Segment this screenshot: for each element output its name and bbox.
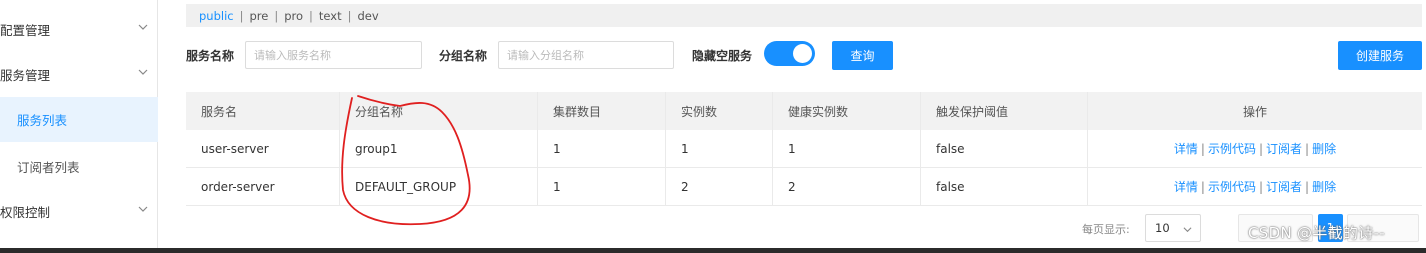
namespace-bar: public | pre | pro | text | dev: [186, 4, 1422, 27]
sidebar-item-label: 服务管理: [0, 67, 51, 83]
chevron-down-icon: [138, 24, 148, 30]
service-name-label: 服务名称: [186, 49, 235, 63]
column-header-cluster-count: 集群数目: [538, 92, 666, 130]
column-header-group-name: 分组名称: [340, 92, 538, 130]
cell-operations: 详情 | 示例代码 | 订阅者 | 删除: [1088, 130, 1422, 167]
csdn-watermark: CSDN @半截的诗--: [1248, 224, 1385, 242]
namespace-separator: |: [239, 8, 244, 23]
sample-code-link[interactable]: 示例代码: [1208, 140, 1256, 157]
page-size-value: 10: [1155, 221, 1170, 235]
hide-empty-services-label: 隐藏空服务: [692, 49, 753, 63]
delete-link[interactable]: 删除: [1312, 140, 1336, 157]
sidebar-item-label: 订阅者列表: [17, 159, 80, 175]
cell-healthy-count: 2: [773, 168, 921, 205]
column-header-protect-threshold: 触发保护阈值: [921, 92, 1088, 130]
chevron-down-icon: [138, 206, 148, 212]
op-separator: |: [1305, 179, 1310, 194]
table-row: order-server DEFAULT_GROUP 1 2 2 false 详…: [186, 168, 1422, 206]
namespace-text[interactable]: text: [319, 9, 342, 23]
cell-service-name: order-server: [186, 168, 340, 205]
cell-group-name: group1: [340, 130, 538, 167]
toggle-knob: [793, 44, 812, 63]
create-service-button[interactable]: 创建服务: [1338, 41, 1422, 70]
sidebar-item-config-management[interactable]: 配置管理: [0, 9, 158, 49]
cell-operations: 详情 | 示例代码 | 订阅者 | 删除: [1088, 168, 1422, 205]
column-header-operations: 操作: [1242, 104, 1267, 119]
query-button[interactable]: 查询: [832, 41, 893, 70]
group-name-label: 分组名称: [439, 49, 488, 63]
details-link[interactable]: 详情: [1174, 140, 1198, 157]
sidebar-item-subscriber-list[interactable]: 订阅者列表: [0, 146, 158, 186]
cell-service-name: user-server: [186, 130, 340, 167]
cell-protect-threshold: false: [921, 130, 1088, 167]
sample-code-link[interactable]: 示例代码: [1208, 178, 1256, 195]
namespace-separator: |: [274, 8, 279, 23]
bottom-border: [0, 248, 1426, 253]
namespace-separator: |: [309, 8, 313, 23]
sidebar-item-permission-control[interactable]: 权限控制: [0, 191, 158, 231]
op-separator: |: [1305, 141, 1310, 156]
op-separator: |: [1200, 141, 1205, 156]
service-table: 服务名 分组名称 集群数目 实例数 健康实例数 触发保护阈值 操作 user-s…: [186, 92, 1422, 206]
service-name-input[interactable]: [245, 41, 422, 69]
op-separator: |: [1258, 141, 1264, 156]
sidebar-item-label: 配置管理: [0, 22, 51, 38]
chevron-down-icon: [1183, 227, 1192, 233]
sidebar: 配置管理 服务管理 服务列表 订阅者列表 权限控制: [0, 0, 158, 248]
column-header-healthy-instance-count: 健康实例数: [773, 92, 921, 130]
table-row: user-server group1 1 1 1 false 详情 | 示例代码…: [186, 130, 1422, 168]
group-name-input[interactable]: [498, 41, 674, 69]
cell-healthy-count: 1: [773, 130, 921, 167]
hide-empty-services-toggle[interactable]: [764, 41, 815, 66]
namespace-pro[interactable]: pro: [284, 9, 303, 23]
op-separator: |: [1258, 179, 1264, 194]
op-separator: |: [1200, 179, 1205, 194]
sidebar-item-label: 服务列表: [17, 113, 68, 128]
chevron-down-icon: [138, 69, 148, 75]
delete-link[interactable]: 删除: [1312, 178, 1336, 195]
page-size-select[interactable]: 10: [1145, 214, 1201, 242]
sidebar-item-service-list[interactable]: 服务列表: [0, 97, 158, 142]
cell-instance-count: 1: [666, 130, 773, 167]
sidebar-item-label: 权限控制: [0, 204, 51, 220]
cell-group-name: DEFAULT_GROUP: [340, 168, 538, 205]
cell-protect-threshold: false: [921, 168, 1088, 205]
sidebar-item-service-management[interactable]: 服务管理: [0, 54, 158, 94]
cell-cluster-count: 1: [538, 130, 666, 167]
page-size-label: 每页显示:: [1082, 223, 1130, 236]
details-link[interactable]: 详情: [1174, 178, 1198, 195]
namespace-dev[interactable]: dev: [357, 9, 378, 23]
namespace-separator: |: [347, 8, 352, 23]
namespace-pre[interactable]: pre: [249, 9, 268, 23]
subscribers-link[interactable]: 订阅者: [1266, 178, 1302, 195]
cell-cluster-count: 1: [538, 168, 666, 205]
namespace-public[interactable]: public: [199, 9, 234, 23]
column-header-service-name: 服务名: [186, 92, 340, 130]
table-header-row: 服务名 分组名称 集群数目 实例数 健康实例数 触发保护阈值 操作: [186, 92, 1422, 130]
subscribers-link[interactable]: 订阅者: [1266, 140, 1302, 157]
cell-instance-count: 2: [666, 168, 773, 205]
column-header-instance-count: 实例数: [666, 92, 773, 130]
